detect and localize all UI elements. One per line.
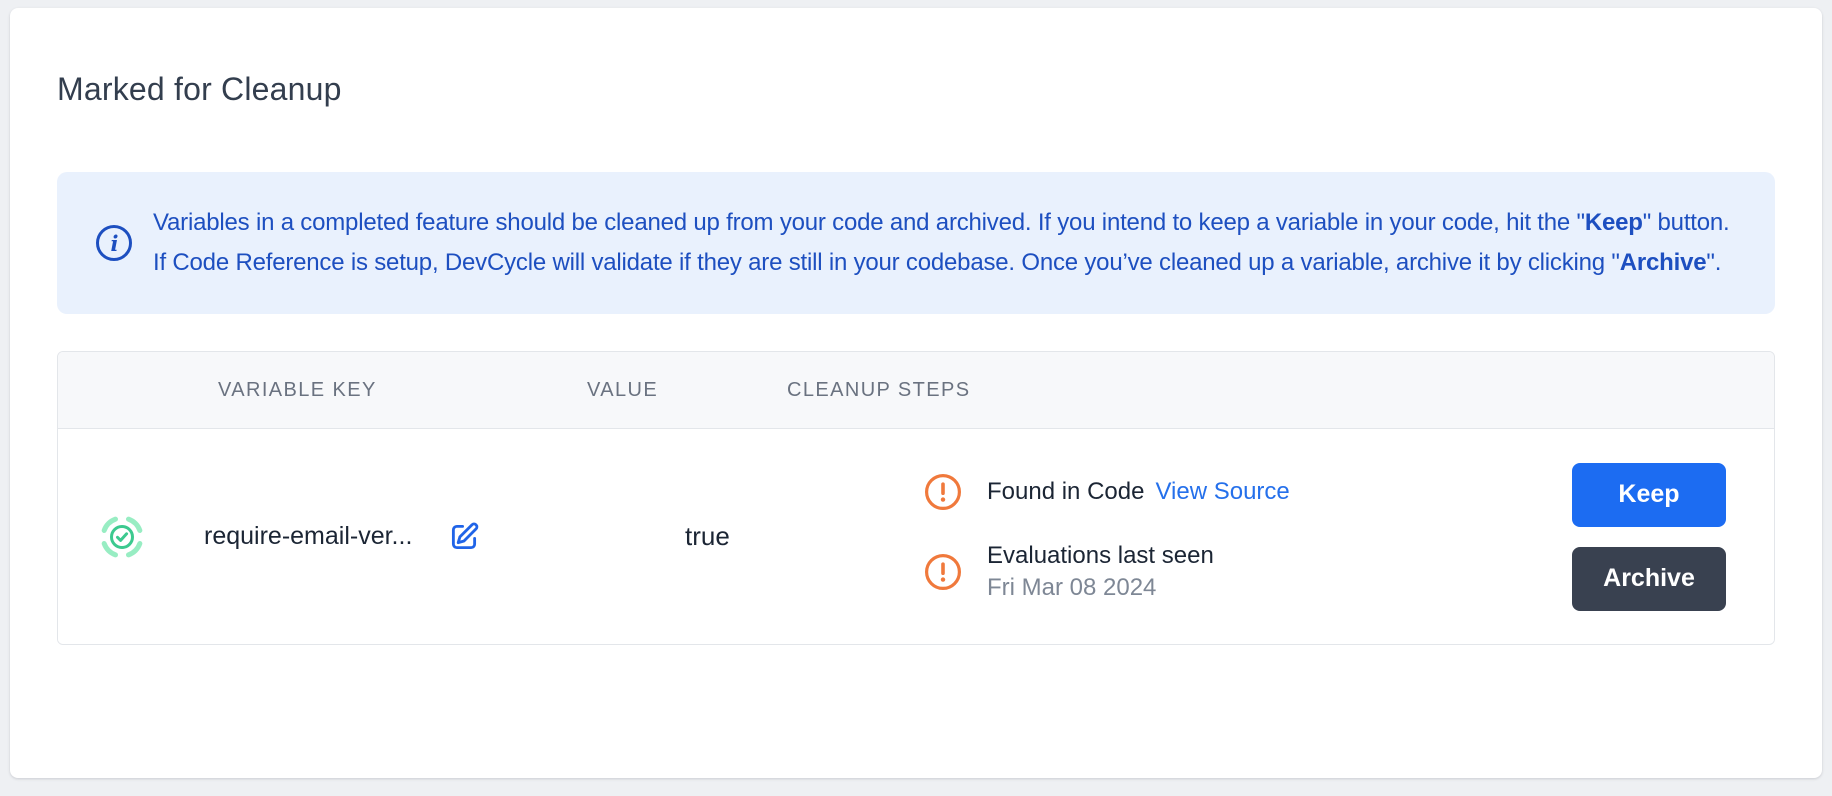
step-label: Evaluations last seen bbox=[987, 542, 1214, 570]
edit-icon bbox=[447, 520, 481, 554]
status-cell bbox=[58, 513, 185, 561]
step-label: Found in Code bbox=[987, 478, 1144, 506]
variable-complete-icon bbox=[98, 513, 146, 561]
alert-circle-icon bbox=[923, 552, 963, 592]
keep-button[interactable]: Keep bbox=[1572, 463, 1726, 527]
variable-key: require-email-ver... bbox=[204, 522, 412, 551]
banner-message: Variables in a completed feature should … bbox=[153, 203, 1735, 283]
cleanup-steps-cell: Found in Code View Source Evaluations la… bbox=[783, 472, 1546, 602]
svg-text:i: i bbox=[111, 231, 119, 256]
banner-archive-emphasis: Archive bbox=[1620, 249, 1707, 276]
info-icon: i bbox=[95, 224, 133, 262]
variable-key-cell: require-email-ver... bbox=[185, 519, 559, 555]
actions-cell: Keep Archive bbox=[1546, 463, 1774, 611]
banner-keep-emphasis: Keep bbox=[1585, 209, 1643, 236]
column-header-variable-key: VARIABLE KEY bbox=[185, 379, 559, 402]
table-row: require-email-ver... true bbox=[58, 429, 1774, 644]
cleanup-step-evaluations: Evaluations last seen Fri Mar 08 2024 bbox=[923, 542, 1546, 602]
page-title: Marked for Cleanup bbox=[57, 70, 1775, 108]
info-banner: i Variables in a completed feature shoul… bbox=[57, 172, 1775, 314]
step-text-block: Evaluations last seen Fri Mar 08 2024 bbox=[987, 542, 1214, 602]
cleanup-step-found-in-code: Found in Code View Source bbox=[923, 472, 1546, 512]
banner-segment: Variables in a completed feature should … bbox=[153, 209, 1585, 236]
column-header-cleanup-steps: CLEANUP STEPS bbox=[783, 379, 1546, 402]
edit-variable-button[interactable] bbox=[446, 519, 482, 555]
table-header-row: VARIABLE KEY VALUE CLEANUP STEPS bbox=[58, 352, 1774, 429]
alert-circle-icon bbox=[923, 472, 963, 512]
step-date: Fri Mar 08 2024 bbox=[987, 574, 1214, 602]
archive-button[interactable]: Archive bbox=[1572, 547, 1726, 611]
view-source-link[interactable]: View Source bbox=[1155, 478, 1289, 506]
cleanup-table: VARIABLE KEY VALUE CLEANUP STEPS bbox=[57, 351, 1775, 645]
marked-for-cleanup-card: Marked for Cleanup i Variables in a comp… bbox=[10, 8, 1822, 778]
variable-value: true bbox=[559, 521, 783, 552]
column-header-value: VALUE bbox=[559, 379, 783, 402]
banner-segment: ". bbox=[1706, 249, 1721, 276]
